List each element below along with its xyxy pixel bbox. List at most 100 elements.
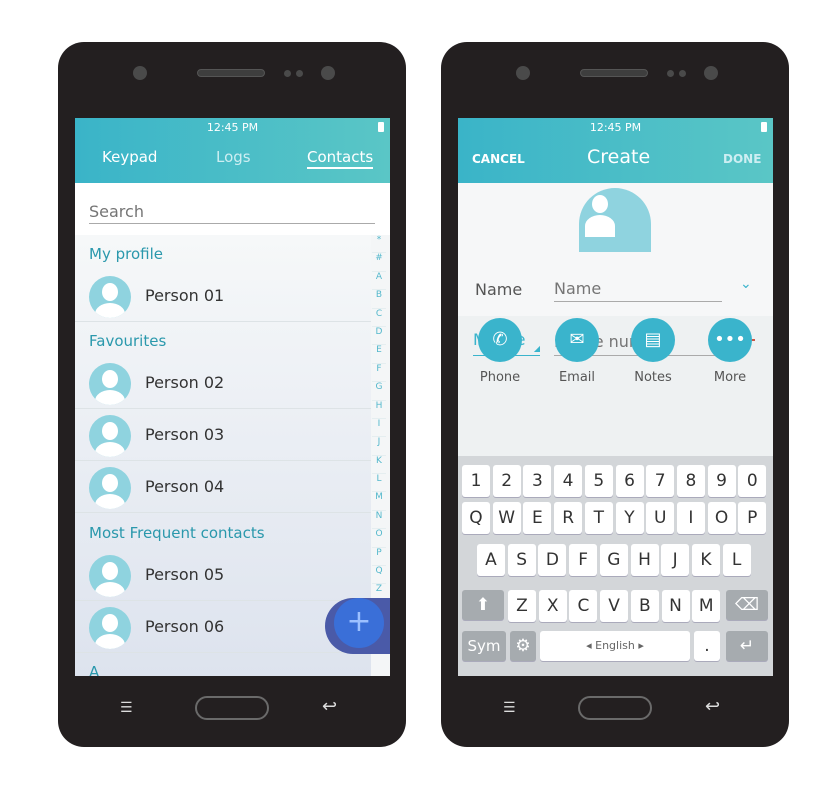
avatar xyxy=(89,607,131,649)
list-item[interactable]: Person 03 xyxy=(75,409,371,461)
key[interactable]: S xyxy=(507,544,536,576)
avatar xyxy=(89,555,131,597)
list-item[interactable]: Person 04 xyxy=(75,461,371,513)
key[interactable]: 8 xyxy=(676,465,705,497)
name-input[interactable] xyxy=(554,276,722,302)
speaker xyxy=(197,69,265,77)
index-letter[interactable]: F xyxy=(372,364,386,383)
key[interactable]: 3 xyxy=(523,465,552,497)
key[interactable]: Y xyxy=(615,502,644,534)
key[interactable]: X xyxy=(538,590,567,622)
index-letter[interactable]: Q xyxy=(372,566,386,585)
contact-name: Person 01 xyxy=(145,286,225,305)
index-letter[interactable]: A xyxy=(372,272,386,291)
key[interactable]: T xyxy=(584,502,613,534)
search-input[interactable] xyxy=(89,200,375,224)
contact-photo[interactable] xyxy=(579,188,651,252)
key[interactable]: A xyxy=(477,544,505,576)
key[interactable]: Z xyxy=(508,590,536,622)
key[interactable]: 9 xyxy=(707,465,736,497)
menu-icon[interactable]: ☰ xyxy=(503,701,523,715)
space-key[interactable]: ◂ English ▸ xyxy=(540,631,690,661)
index-letter[interactable]: D xyxy=(372,327,386,346)
key[interactable]: V xyxy=(600,590,629,622)
index-letter[interactable]: K xyxy=(372,456,386,475)
home-button[interactable] xyxy=(195,696,269,720)
tab-logs[interactable]: Logs xyxy=(216,148,251,166)
key[interactable]: H xyxy=(630,544,659,576)
index-letter[interactable]: C xyxy=(372,309,386,327)
done-button[interactable]: DONE xyxy=(723,152,761,166)
key[interactable]: D xyxy=(538,544,567,576)
key[interactable]: Q xyxy=(462,502,490,534)
key[interactable]: K xyxy=(691,544,720,576)
key[interactable]: 7 xyxy=(646,465,675,497)
index-letter[interactable]: G xyxy=(372,382,386,401)
tab-keypad[interactable]: Keypad xyxy=(102,148,157,166)
key[interactable]: I xyxy=(676,502,705,534)
backspace-key[interactable]: ⌫ xyxy=(726,590,768,620)
notes-icon[interactable]: ▤ xyxy=(631,318,675,362)
key[interactable]: M xyxy=(692,590,721,622)
key[interactable]: U xyxy=(646,502,675,534)
index-letter[interactable]: L xyxy=(372,474,386,493)
keyboard: Sym ⚙ ◂ English ▸ . ↵ ⬆ ⌫ 1234567890 QWER… xyxy=(458,456,773,676)
key[interactable]: 4 xyxy=(554,465,583,497)
key[interactable]: B xyxy=(630,590,659,622)
key[interactable]: 0 xyxy=(738,465,767,497)
index-letter[interactable]: # xyxy=(372,253,386,272)
list-item[interactable]: Person 01 xyxy=(75,270,371,322)
key[interactable]: L xyxy=(722,544,751,576)
tab-contacts[interactable]: Contacts xyxy=(307,148,374,169)
phone-icon[interactable]: ✆ xyxy=(478,318,522,362)
key[interactable]: G xyxy=(599,544,628,576)
list-item[interactable]: Person 02 xyxy=(75,357,371,409)
index-letter[interactable]: M xyxy=(372,492,386,511)
index-letter[interactable]: O xyxy=(372,529,386,548)
index-letter[interactable]: P xyxy=(372,548,386,567)
index-letter[interactable]: * xyxy=(372,235,386,254)
back-icon[interactable]: ↩ xyxy=(322,696,337,717)
index-letter[interactable]: H xyxy=(372,401,386,419)
more-icon[interactable]: ••• xyxy=(708,318,752,362)
key[interactable]: 5 xyxy=(584,465,613,497)
punctuation-key[interactable]: . xyxy=(694,631,720,661)
action-label: Notes xyxy=(634,370,672,385)
avatar xyxy=(89,276,131,318)
chevron-down-icon[interactable]: ⌄ xyxy=(740,276,752,292)
index-letter[interactable]: J xyxy=(372,437,386,456)
key[interactable]: O xyxy=(707,502,736,534)
key[interactable]: N xyxy=(661,590,690,622)
key[interactable]: C xyxy=(569,590,598,622)
key[interactable]: P xyxy=(738,502,767,534)
section-a: A xyxy=(89,663,100,676)
index-letter[interactable]: E xyxy=(372,345,386,364)
key[interactable]: F xyxy=(569,544,598,576)
key[interactable]: 2 xyxy=(492,465,521,497)
back-icon[interactable]: ↩ xyxy=(705,696,720,717)
key[interactable]: E xyxy=(523,502,552,534)
home-button[interactable] xyxy=(578,696,652,720)
settings-key[interactable]: ⚙ xyxy=(510,631,536,661)
key[interactable]: 6 xyxy=(615,465,644,497)
index-letter[interactable]: B xyxy=(372,290,386,309)
key[interactable]: J xyxy=(661,544,690,576)
camera xyxy=(704,66,718,80)
alphabet-index[interactable]: * # A B C D E F G H I J K L M N O P Q Z xyxy=(372,235,386,603)
add-contact-button[interactable]: + xyxy=(334,598,384,648)
menu-icon[interactable]: ☰ xyxy=(120,701,140,715)
index-letter[interactable]: I xyxy=(372,419,386,438)
cancel-button[interactable]: CANCEL xyxy=(472,152,525,166)
list-item[interactable]: Person 05 xyxy=(75,549,371,601)
key[interactable]: 1 xyxy=(462,465,490,497)
email-icon[interactable]: ✉ xyxy=(555,318,599,362)
index-letter[interactable]: N xyxy=(372,511,386,530)
action-label: Email xyxy=(558,370,596,385)
key[interactable]: W xyxy=(492,502,521,534)
enter-key[interactable]: ↵ xyxy=(726,631,768,661)
sym-key[interactable]: Sym xyxy=(462,631,506,661)
action-label: Phone xyxy=(479,370,521,385)
shift-key[interactable]: ⬆ xyxy=(462,590,504,620)
page-title: Create xyxy=(587,146,651,168)
key[interactable]: R xyxy=(554,502,583,534)
